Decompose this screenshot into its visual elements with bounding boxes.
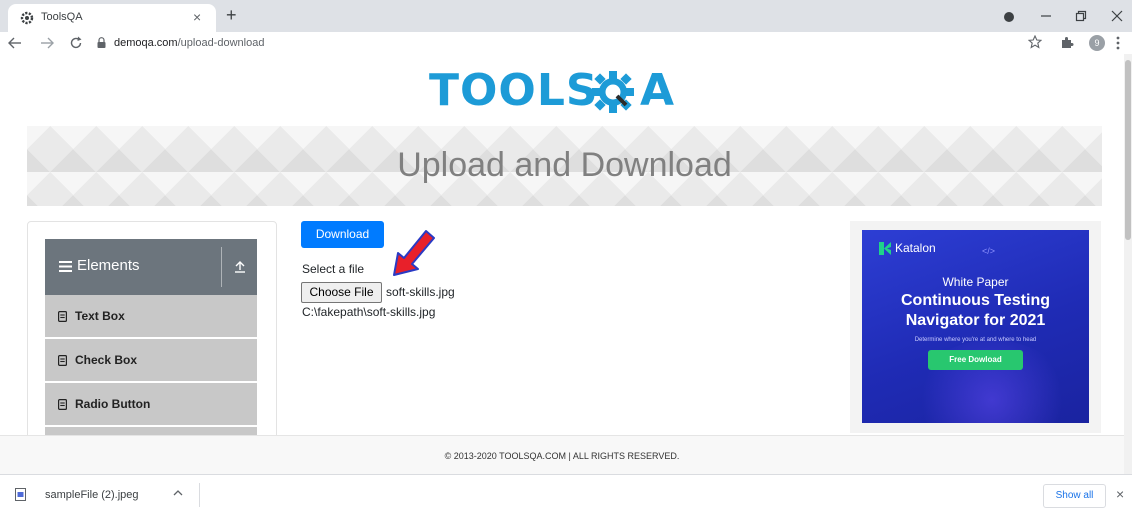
shelf-divider — [199, 483, 200, 507]
reload-icon[interactable] — [69, 36, 83, 50]
browser-tab-strip: ToolsQA × + — [0, 0, 1132, 32]
sidebar-group-title: Elements — [77, 257, 140, 274]
logo-text: TOOLS — [429, 65, 599, 116]
logo-gear-icon — [592, 71, 634, 113]
page-title: Upload and Download — [397, 146, 732, 184]
ad-brand: Katalon — [895, 241, 936, 255]
maximize-icon[interactable] — [1075, 10, 1087, 22]
address-bar[interactable]: demoqa.com/upload-download — [114, 36, 264, 50]
sidebar-item-text-box[interactable]: Text Box — [45, 295, 257, 338]
ad-title: Continuous Testing Navigator for 2021 — [862, 291, 1089, 331]
lock-icon[interactable] — [97, 37, 106, 48]
back-icon[interactable] — [8, 37, 22, 49]
ad-container: Katalon </> White Paper Continuous Testi… — [850, 221, 1101, 433]
page-viewport: TOOLS A Upload and Download Elements Tex… — [0, 54, 1124, 474]
profile-avatar[interactable]: 9 — [1089, 35, 1105, 51]
tab-title: ToolsQA — [41, 11, 83, 23]
selected-file-name: soft-skills.jpg — [386, 285, 455, 299]
page-icon — [58, 399, 67, 410]
ad-subtitle: Determine where you're at and where to h… — [914, 337, 1037, 343]
recording-indicator-icon — [1004, 12, 1014, 22]
sidebar-item-label: Check Box — [75, 353, 138, 367]
image-file-icon — [15, 488, 26, 501]
sidebar-item-radio-button[interactable]: Radio Button — [45, 383, 257, 426]
select-file-label: Select a file — [302, 262, 365, 276]
sidebar-group-elements[interactable]: Elements — [45, 239, 257, 295]
show-all-button[interactable]: Show all — [1043, 484, 1106, 508]
browser-tab[interactable]: ToolsQA × — [8, 4, 216, 32]
url-path: /upload-download — [177, 37, 265, 49]
choose-file-button[interactable]: Choose File — [301, 282, 382, 303]
menu-dots-icon[interactable] — [1116, 36, 1120, 50]
new-tab-button[interactable]: + — [226, 4, 237, 26]
download-button[interactable]: Download — [301, 221, 384, 248]
download-shelf: sampleFile (2).jpeg Show all × — [0, 474, 1132, 513]
page-scrollbar[interactable] — [1124, 54, 1132, 474]
ad-kicker: White Paper — [942, 275, 1009, 289]
shelf-close-icon[interactable]: × — [1116, 486, 1124, 502]
hamburger-icon — [59, 261, 72, 272]
footer-copyright: © 2013-2020 TOOLSQA.COM | ALL RIGHTS RES… — [444, 451, 680, 461]
sidebar-item-label: Radio Button — [75, 397, 151, 411]
star-icon[interactable] — [1028, 35, 1042, 49]
uploaded-file-path: C:\fakepath\soft-skills.jpg — [302, 305, 436, 319]
extensions-icon[interactable] — [1060, 36, 1074, 49]
collapse-up-icon[interactable] — [233, 259, 247, 273]
toolsqa-favicon-icon — [20, 11, 34, 25]
ad-title-line-2: Navigator for 2021 — [905, 312, 1046, 329]
code-glyph-icon: </> — [982, 246, 996, 256]
downloaded-file-name[interactable]: sampleFile (2).jpeg — [45, 488, 139, 502]
ad-title-line-1: Continuous Testing — [900, 292, 1050, 309]
page-footer: © 2013-2020 TOOLSQA.COM | ALL RIGHTS RES… — [0, 435, 1124, 474]
scrollbar-thumb[interactable] — [1125, 60, 1131, 240]
browser-toolbar: demoqa.com/upload-download 9 — [0, 32, 1132, 54]
chevron-up-icon[interactable] — [173, 488, 183, 498]
tab-close-icon[interactable]: × — [193, 8, 201, 26]
ad-cta-button[interactable]: Free Dowload — [928, 350, 1023, 370]
url-host: demoqa.com — [114, 37, 178, 49]
toolsqa-logo[interactable]: TOOLS A — [429, 64, 699, 120]
annotation-arrow-icon — [393, 230, 435, 276]
sidebar-item-check-box[interactable]: Check Box — [45, 339, 257, 382]
close-icon[interactable] — [1111, 10, 1123, 22]
logo-suffix: A — [640, 65, 675, 116]
sidebar-item-label: Text Box — [75, 309, 125, 323]
forward-icon[interactable] — [40, 37, 54, 49]
minimize-icon[interactable] — [1040, 10, 1052, 22]
header-divider — [221, 247, 222, 287]
katalon-ad[interactable]: Katalon </> White Paper Continuous Testi… — [862, 230, 1089, 423]
page-icon — [58, 311, 67, 322]
page-banner: Upload and Download — [27, 126, 1102, 206]
katalon-logo-icon — [879, 242, 891, 255]
page-icon — [58, 355, 67, 366]
